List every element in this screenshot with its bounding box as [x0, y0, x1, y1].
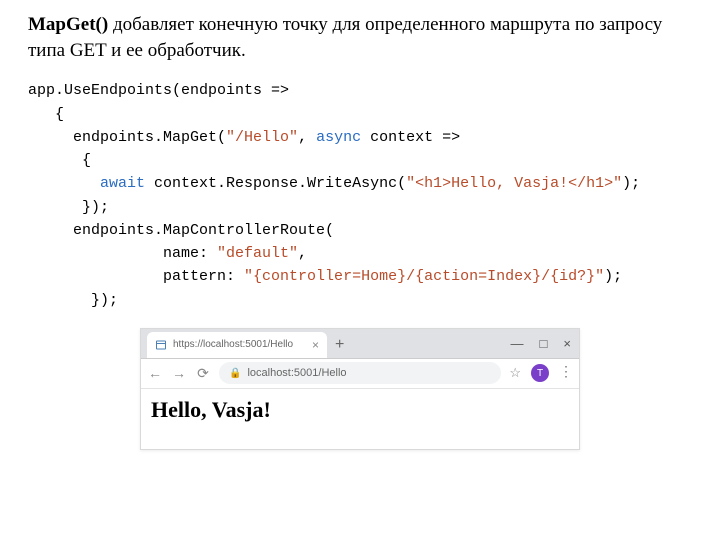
code-line: , [298, 245, 307, 262]
tab-close-icon[interactable]: × [312, 338, 319, 352]
code-keyword: async [316, 129, 361, 146]
code-line [28, 175, 100, 192]
code-line: ); [604, 268, 622, 285]
back-button[interactable]: ← [147, 365, 163, 381]
toolbar-right: ☆ T ⋮ [509, 364, 573, 382]
forward-button[interactable]: → [171, 365, 187, 381]
browser-tab[interactable]: https://localhost:5001/Hello × [147, 332, 327, 358]
code-line: }); [28, 292, 118, 309]
browser-titlebar: https://localhost:5001/Hello × + — □ × [141, 329, 579, 359]
url-input[interactable]: 🔒 localhost:5001/Hello [219, 362, 501, 384]
reload-button[interactable]: ⟳ [195, 365, 211, 382]
description-text: добавляет конечную точку для определенно… [28, 14, 662, 61]
close-button[interactable]: × [563, 337, 571, 350]
favicon-icon [155, 339, 167, 351]
new-tab-button[interactable]: + [327, 336, 352, 358]
url-text: localhost:5001/Hello [247, 367, 346, 379]
code-line: }); [28, 199, 109, 216]
method-name: MapGet() [28, 14, 108, 35]
tab-title: https://localhost:5001/Hello [173, 339, 293, 350]
code-line: { [28, 106, 64, 123]
code-string: "/Hello" [226, 129, 298, 146]
code-string: "<h1>Hello, Vasja!</h1>" [406, 175, 622, 192]
profile-avatar[interactable]: T [531, 364, 549, 382]
code-line: context => [361, 129, 460, 146]
browser-window: https://localhost:5001/Hello × + — □ × ←… [140, 328, 580, 450]
code-line: app.UseEndpoints(endpoints => [28, 82, 289, 99]
code-line: pattern: [28, 268, 244, 285]
code-string: "{controller=Home}/{action=Index}/{id?}" [244, 268, 604, 285]
page-viewport: Hello, Vasja! [141, 389, 579, 449]
bookmark-star-icon[interactable]: ☆ [509, 365, 521, 381]
code-string: "default" [217, 245, 298, 262]
menu-dots-icon[interactable]: ⋮ [559, 366, 573, 380]
tab-strip: https://localhost:5001/Hello × + [141, 332, 352, 358]
code-line: name: [28, 245, 217, 262]
page-heading: Hello, Vasja! [151, 397, 569, 423]
code-line: { [28, 152, 91, 169]
code-block: app.UseEndpoints(endpoints => { endpoint… [28, 79, 692, 312]
minimize-button[interactable]: — [511, 337, 524, 350]
code-line: context.Response.WriteAsync( [145, 175, 406, 192]
description-paragraph: MapGet() добавляет конечную точку для оп… [28, 12, 692, 63]
code-line: endpoints.MapControllerRoute( [28, 222, 334, 239]
lock-icon: 🔒 [229, 368, 241, 379]
address-bar: ← → ⟳ 🔒 localhost:5001/Hello ☆ T ⋮ [141, 359, 579, 389]
code-keyword: await [100, 175, 145, 192]
code-line: endpoints.MapGet( [28, 129, 226, 146]
code-line: ); [622, 175, 640, 192]
code-line: , [298, 129, 316, 146]
maximize-button[interactable]: □ [540, 337, 548, 350]
window-controls: — □ × [511, 329, 579, 358]
